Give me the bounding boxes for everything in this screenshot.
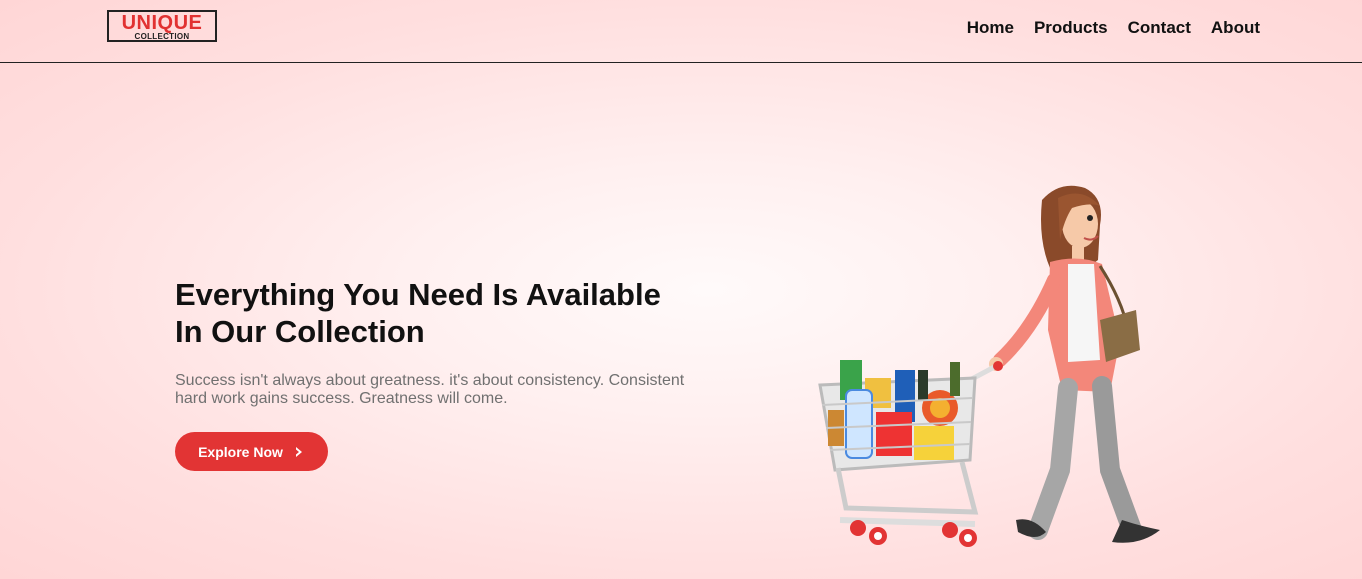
chevron-right-icon — [295, 446, 302, 457]
nav-about-link[interactable]: About — [1211, 18, 1260, 38]
logo-name: UNIQUE — [121, 12, 203, 34]
nav-home-link[interactable]: Home — [967, 18, 1014, 38]
hero-title: Everything You Need Is Available In Our … — [175, 276, 715, 350]
hero-title-line1: Everything You Need Is Available — [175, 277, 661, 312]
hero-description: Success isn't always about greatness. it… — [175, 372, 685, 407]
explore-now-button[interactable]: Explore Now — [175, 432, 328, 471]
brand-logo[interactable]: UNIQUE COLLECTION — [107, 10, 217, 42]
explore-now-label: Explore Now — [198, 443, 283, 460]
nav-contact-link[interactable]: Contact — [1128, 18, 1191, 38]
logo-tagline: COLLECTION — [134, 32, 190, 41]
hero-title-line2: In Our Collection — [175, 314, 425, 349]
navbar: UNIQUE COLLECTION Home Products Contact … — [0, 0, 1362, 63]
nav-products-link[interactable]: Products — [1034, 18, 1108, 38]
main-nav: Home Products Contact About — [967, 18, 1260, 38]
hero-section: Everything You Need Is Available In Our … — [175, 276, 715, 408]
shopping-woman-illustration — [818, 185, 1160, 547]
